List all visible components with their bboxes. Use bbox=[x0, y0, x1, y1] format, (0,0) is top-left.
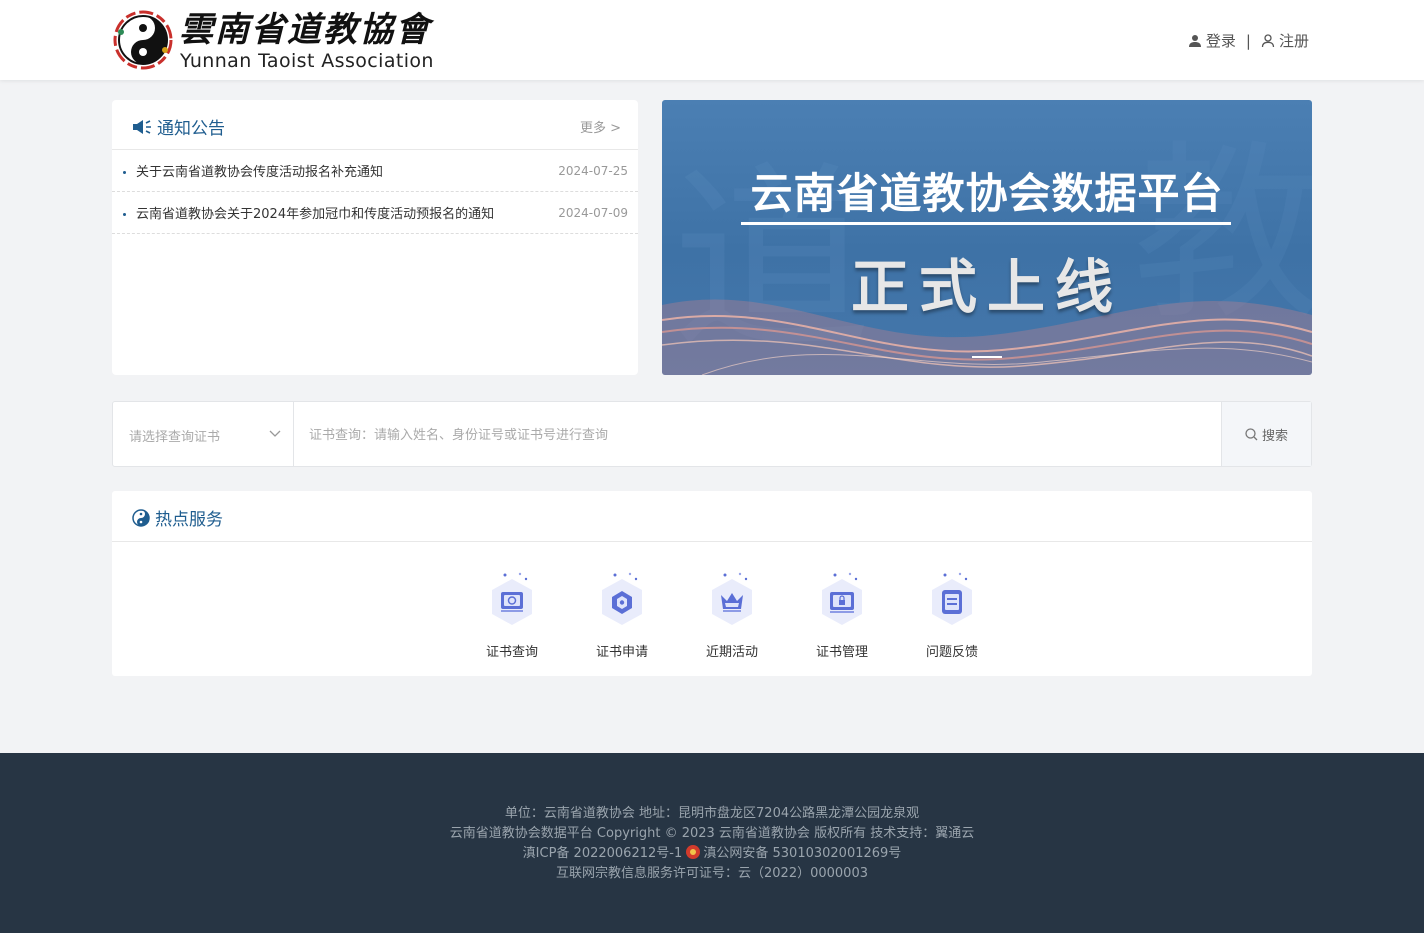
banner-carousel[interactable]: 道 教 云南省道教协会数据平台 正式上线 bbox=[662, 100, 1312, 375]
service-feedback[interactable]: 问题反馈 bbox=[897, 571, 1007, 660]
auth-links: 登录 | 注册 bbox=[1188, 30, 1309, 51]
notice-more-link[interactable]: 更多 > bbox=[580, 117, 621, 136]
banner-subtitle: 正式上线 bbox=[850, 253, 1123, 321]
logo-chinese-text: 雲南省道教協會 bbox=[179, 10, 431, 50]
notice-item-date: 2024-07-09 bbox=[558, 205, 628, 220]
search-icon bbox=[1245, 427, 1258, 440]
hot-services-title: 热点服务 bbox=[132, 505, 223, 530]
service-label: 近期活动 bbox=[705, 645, 758, 660]
certificate-apply-icon bbox=[602, 572, 642, 625]
service-list: 证书查询 证书申请 近期活动 证书管理 问题反馈 bbox=[457, 571, 1007, 660]
logo-english-text: Yunnan Taoist Association bbox=[180, 50, 434, 72]
service-recent-activities[interactable]: 近期活动 bbox=[677, 571, 787, 660]
certificate-type-select[interactable]: 请选择查询证书 bbox=[113, 402, 294, 466]
login-link[interactable]: 登录 bbox=[1188, 30, 1236, 51]
user-outline-icon bbox=[1261, 33, 1275, 47]
register-label: 注册 bbox=[1278, 32, 1309, 50]
certificate-query-icon bbox=[492, 572, 532, 625]
footer-address-line: 单位：云南省道教协会 地址：昆明市盘龙区7204公路黑龙潭公园龙泉观 bbox=[504, 806, 920, 821]
notice-item-title: 关于云南省道教协会传度活动报名补充通知 bbox=[136, 165, 384, 180]
service-certificate-query[interactable]: 证书查询 bbox=[457, 571, 567, 660]
service-label: 证书管理 bbox=[815, 645, 868, 660]
service-label: 证书申请 bbox=[595, 645, 648, 660]
footer-info: 单位：云南省道教协会 地址：昆明市盘龙区7204公路黑龙潭公园龙泉观 云南省道教… bbox=[0, 804, 1424, 884]
icp-record-link[interactable]: 滇ICP备 2022006212号-1 bbox=[523, 846, 683, 861]
banner-decoration: 道 教 bbox=[662, 124, 1312, 375]
hot-services-panel: 热点服务 证书查询 证书申请 近期活动 证书管理 问题反馈 bbox=[112, 491, 1312, 676]
certificate-type-placeholder: 请选择查询证书 bbox=[129, 430, 221, 445]
notice-item[interactable]: 关于云南省道教协会传度活动报名补充通知 2024-07-25 bbox=[112, 150, 638, 192]
service-label: 问题反馈 bbox=[925, 645, 978, 660]
footer-copyright-line: 云南省道教协会数据平台 Copyright © 2023 云南省道教协会 版权所… bbox=[449, 826, 975, 841]
auth-separator: | bbox=[1245, 31, 1251, 50]
footer-license-line: 互联网宗教信息服务许可证号：云（2022）0000003 bbox=[556, 866, 868, 881]
login-label: 登录 bbox=[1205, 32, 1236, 50]
police-badge-icon bbox=[686, 845, 701, 859]
hot-services-header: 热点服务 bbox=[112, 491, 1312, 542]
notice-header: 通知公告 更多 > bbox=[112, 100, 638, 150]
yin-yang-logo-icon bbox=[113, 10, 173, 70]
yin-yang-icon bbox=[132, 508, 150, 527]
chevron-down-icon bbox=[269, 430, 281, 437]
service-certificate-apply[interactable]: 证书申请 bbox=[567, 571, 677, 660]
user-filled-icon bbox=[1188, 34, 1201, 47]
notice-panel: 通知公告 更多 > 关于云南省道教协会传度活动报名补充通知 2024-07-25… bbox=[112, 100, 638, 375]
certificate-search-bar: 请选择查询证书 搜索 bbox=[112, 401, 1312, 467]
site-footer: 单位：云南省道教协会 地址：昆明市盘龙区7204公路黑龙潭公园龙泉观 云南省道教… bbox=[0, 753, 1424, 933]
notice-item-date: 2024-07-25 bbox=[558, 163, 628, 178]
notice-title-text: 通知公告 bbox=[157, 119, 225, 139]
certificate-search-input[interactable] bbox=[294, 402, 1221, 466]
crown-icon bbox=[712, 572, 752, 625]
notice-title: 通知公告 bbox=[132, 114, 225, 139]
notice-item[interactable]: 云南省道教协会关于2024年参加冠巾和传度活动预报名的通知 2024-07-09 bbox=[112, 192, 638, 234]
carousel-indicator[interactable] bbox=[972, 356, 1002, 358]
speaker-icon bbox=[133, 119, 151, 134]
search-button-label: 搜索 bbox=[1261, 428, 1288, 444]
site-logo[interactable]: 雲南省道教協會 Yunnan Taoist Association bbox=[113, 8, 433, 72]
police-record-link[interactable]: 滇公网安备 53010302001269号 bbox=[703, 846, 901, 861]
banner-title: 云南省道教协会数据平台 bbox=[750, 169, 1224, 218]
service-certificate-management[interactable]: 证书管理 bbox=[787, 571, 897, 660]
search-button[interactable]: 搜索 bbox=[1221, 402, 1311, 466]
service-label: 证书查询 bbox=[485, 645, 538, 660]
hot-services-title-text: 热点服务 bbox=[155, 510, 223, 530]
feedback-icon bbox=[932, 572, 972, 625]
footer-record-line: 滇ICP备 2022006212号-1 滇公网安备 53010302001269… bbox=[0, 844, 1424, 864]
lock-screen-icon bbox=[822, 572, 862, 625]
site-header: 雲南省道教協會 Yunnan Taoist Association 登录 | 注… bbox=[0, 0, 1424, 80]
notice-item-title: 云南省道教协会关于2024年参加冠巾和传度活动预报名的通知 bbox=[136, 207, 495, 222]
register-link[interactable]: 注册 bbox=[1261, 30, 1309, 51]
banner-divider bbox=[741, 222, 1231, 225]
